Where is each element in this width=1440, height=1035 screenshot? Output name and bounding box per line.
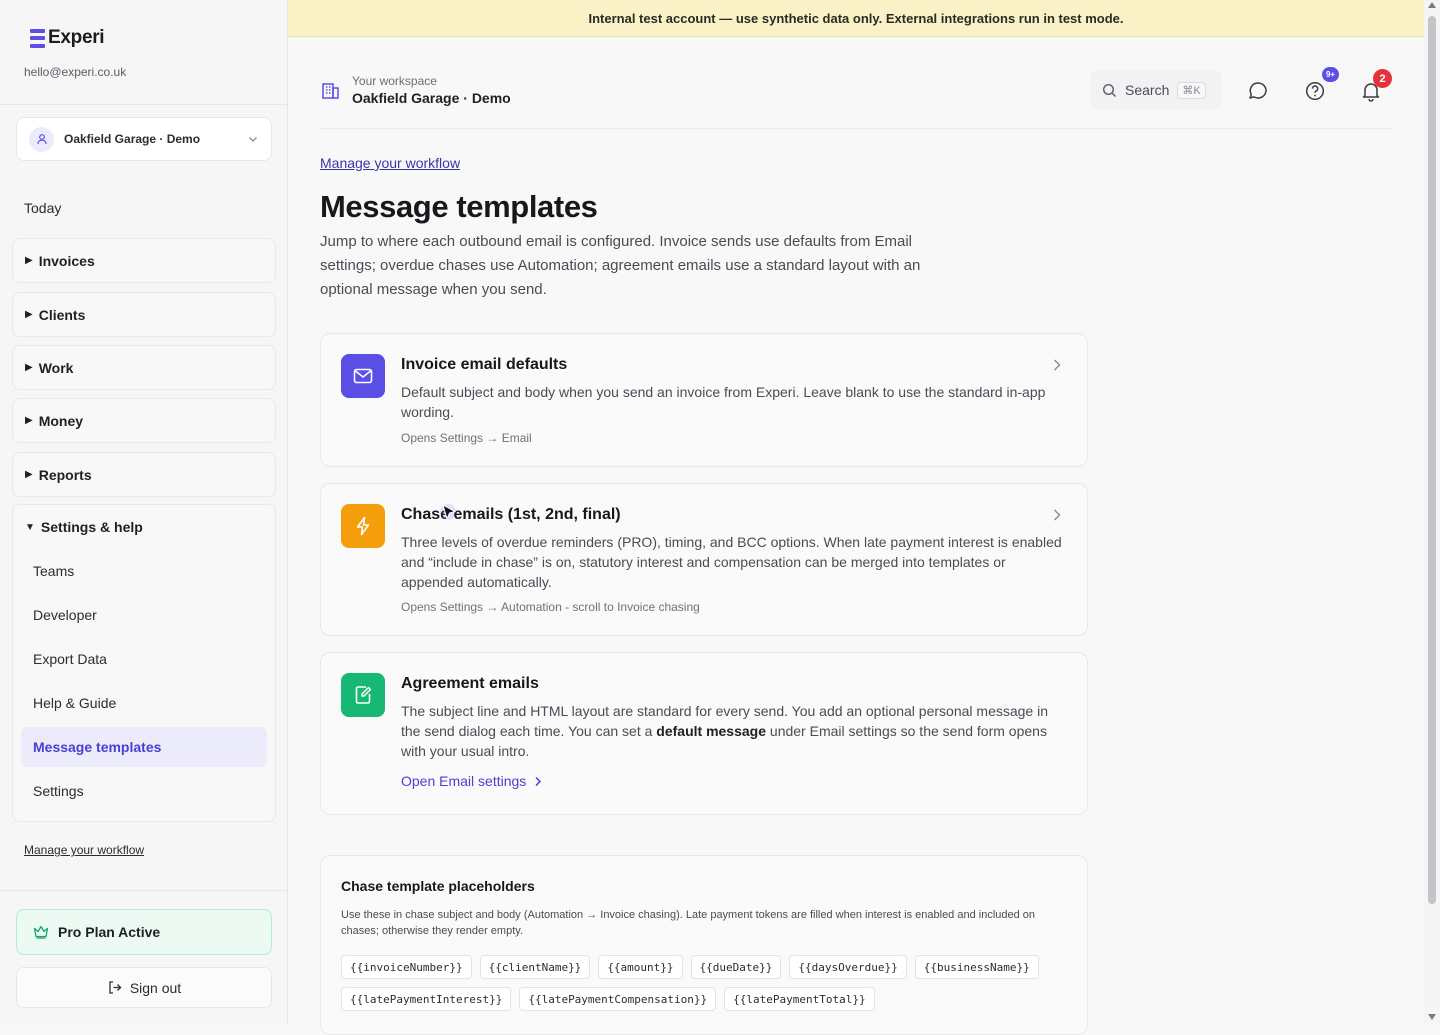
test-account-banner: Internal test account — use synthetic da… [288,0,1424,37]
lightning-icon [341,504,385,548]
card-destination: Opens Settings → Automation - scroll to … [401,600,700,614]
sign-out-button[interactable]: Sign out [16,967,272,1008]
card-description: Three levels of overdue reminders (PRO),… [401,534,1062,590]
placeholder-token[interactable]: {{businessName}} [914,955,1039,979]
sidebar-item-developer[interactable]: Developer [21,595,267,635]
page-description: Jump to where each outbound email is con… [320,233,921,298]
workspace-header: Your workspace Oakfield Garage · Demo [320,74,511,106]
brand-logo[interactable]: Experi [30,27,105,49]
placeholder-token[interactable]: {{clientName}} [479,955,591,979]
sign-out-label: Sign out [129,979,182,996]
caret-right-icon: ▶ [25,415,33,426]
logo-mark-icon [30,28,45,48]
card-description: The subject line and HTML layout are sta… [401,701,1071,761]
chevron-down-icon [249,137,257,142]
search-icon [1102,83,1116,97]
placeholder-token[interactable]: {{dueDate}} [690,955,782,979]
placeholder-token[interactable]: {{daysOverdue}} [789,955,907,979]
card-title: Agreement emails [401,675,539,692]
nav-group-clients[interactable]: ▶ Clients [12,292,276,337]
building-icon [322,83,339,99]
nav-group-label: Invoices [38,252,95,269]
sign-out-icon [109,981,122,994]
card-destination: Opens Settings → Email [401,431,532,445]
manage-workflow-breadcrumb[interactable]: Manage your workflow [320,155,460,171]
caret-right-icon: ▶ [25,255,33,266]
edit-document-icon [341,673,385,717]
sidebar-item-help-guide[interactable]: Help & Guide [21,683,267,723]
page-title: Message templates [320,189,598,224]
chevron-right-icon [535,776,542,786]
mouse-cursor-icon [440,503,457,521]
divider [0,104,287,105]
nav-group-label: Settings & help [40,519,143,535]
pro-plan-badge[interactable]: Pro Plan Active [16,909,272,955]
search-button[interactable]: Search ⌘K [1090,70,1222,110]
scroll-down-arrow-icon[interactable] [1428,1014,1436,1020]
placeholder-token[interactable]: {{invoiceNumber}} [341,955,472,979]
nav-group-money[interactable]: ▶ Money [12,398,276,443]
caret-down-icon: ▼ [25,521,35,533]
nav-group-label: Reports [38,466,92,483]
placeholder-token[interactable]: {{amount}} [598,955,683,979]
divider [0,890,287,891]
card-description: Default subject and body when you send a… [401,384,1046,420]
workspace-name: Oakfield Garage · Demo [352,90,511,106]
card-title: Chase emails (1st, 2nd, final) [401,506,621,523]
sidebar-item-message-templates[interactable]: Message templates [21,727,267,767]
placeholders-description: Use these in chase subject and body (Aut… [341,909,1036,937]
brand-name: Experi [48,27,105,48]
placeholder-token[interactable]: {{latePaymentCompensation}} [519,987,717,1011]
manage-workflow-link[interactable]: Manage your workflow [24,843,144,857]
caret-right-icon: ▶ [25,362,33,373]
scroll-up-arrow-icon[interactable] [1428,2,1436,8]
sidebar-item-settings[interactable]: Settings [21,771,267,811]
divider [320,128,1392,129]
default-message-emphasis: default message [656,723,767,739]
open-email-settings-link[interactable]: Open Email settings [401,773,542,789]
placeholder-token[interactable]: {{latePaymentTotal}} [724,987,875,1011]
caret-right-icon: ▶ [25,469,33,480]
help-icon[interactable] [1303,79,1327,103]
nav-group-label: Clients [38,306,86,323]
invoice-email-defaults-card[interactable]: Invoice email defaults Default subject a… [320,333,1088,467]
agreement-emails-card: Agreement emails The subject line and HT… [320,652,1088,815]
placeholder-token[interactable]: {{latePaymentInterest}} [341,987,512,1011]
sidebar: Experi hello@experi.co.uk Oakfield Garag… [0,0,288,1024]
nav-group-label: Money [38,412,84,429]
nav-group-settings-help-toggle[interactable]: ▼ Settings & help [25,519,143,535]
chat-icon[interactable] [1246,79,1270,103]
chevron-right-icon [1054,509,1061,521]
card-title: Invoice email defaults [401,356,568,373]
chase-placeholders-card: Chase template placeholders Use these in… [320,855,1088,1035]
search-shortcut: ⌘K [1177,81,1206,99]
nav-group-label: Work [38,359,74,376]
notification-badge: 2 [1373,69,1392,88]
sidebar-item-export-data[interactable]: Export Data [21,639,267,679]
chase-emails-card[interactable]: Chase emails (1st, 2nd, final) Three lev… [320,483,1088,636]
search-label: Search [1125,82,1170,98]
account-email: hello@experi.co.uk [24,65,127,79]
nav-group-invoices[interactable]: ▶ Invoices [12,238,276,283]
help-badge: 9+ [1322,67,1339,82]
nav-group-reports[interactable]: ▶ Reports [12,452,276,497]
placeholder-token-list: {{invoiceNumber}} {{clientName}} {{amoun… [341,955,1061,1011]
mail-icon [341,354,385,398]
nav-today[interactable]: Today [24,200,61,216]
sidebar-item-teams[interactable]: Teams [21,551,267,591]
workspace-label: Your workspace [352,74,437,88]
workspace-selector-label: Oakfield Garage · Demo [64,132,201,146]
user-icon [29,126,54,152]
chevron-right-icon [1054,359,1061,371]
scrollbar-thumb[interactable] [1428,16,1436,904]
workspace-selector[interactable]: Oakfield Garage · Demo [16,117,272,161]
nav-group-settings-help: ▼ Settings & help Teams Developer Export … [12,504,276,822]
link-label: Open Email settings [401,773,527,789]
nav-group-work[interactable]: ▶ Work [12,345,276,390]
placeholders-title: Chase template placeholders [341,878,535,894]
crown-icon [33,925,49,939]
pro-plan-label: Pro Plan Active [58,924,161,940]
caret-right-icon: ▶ [25,309,33,320]
